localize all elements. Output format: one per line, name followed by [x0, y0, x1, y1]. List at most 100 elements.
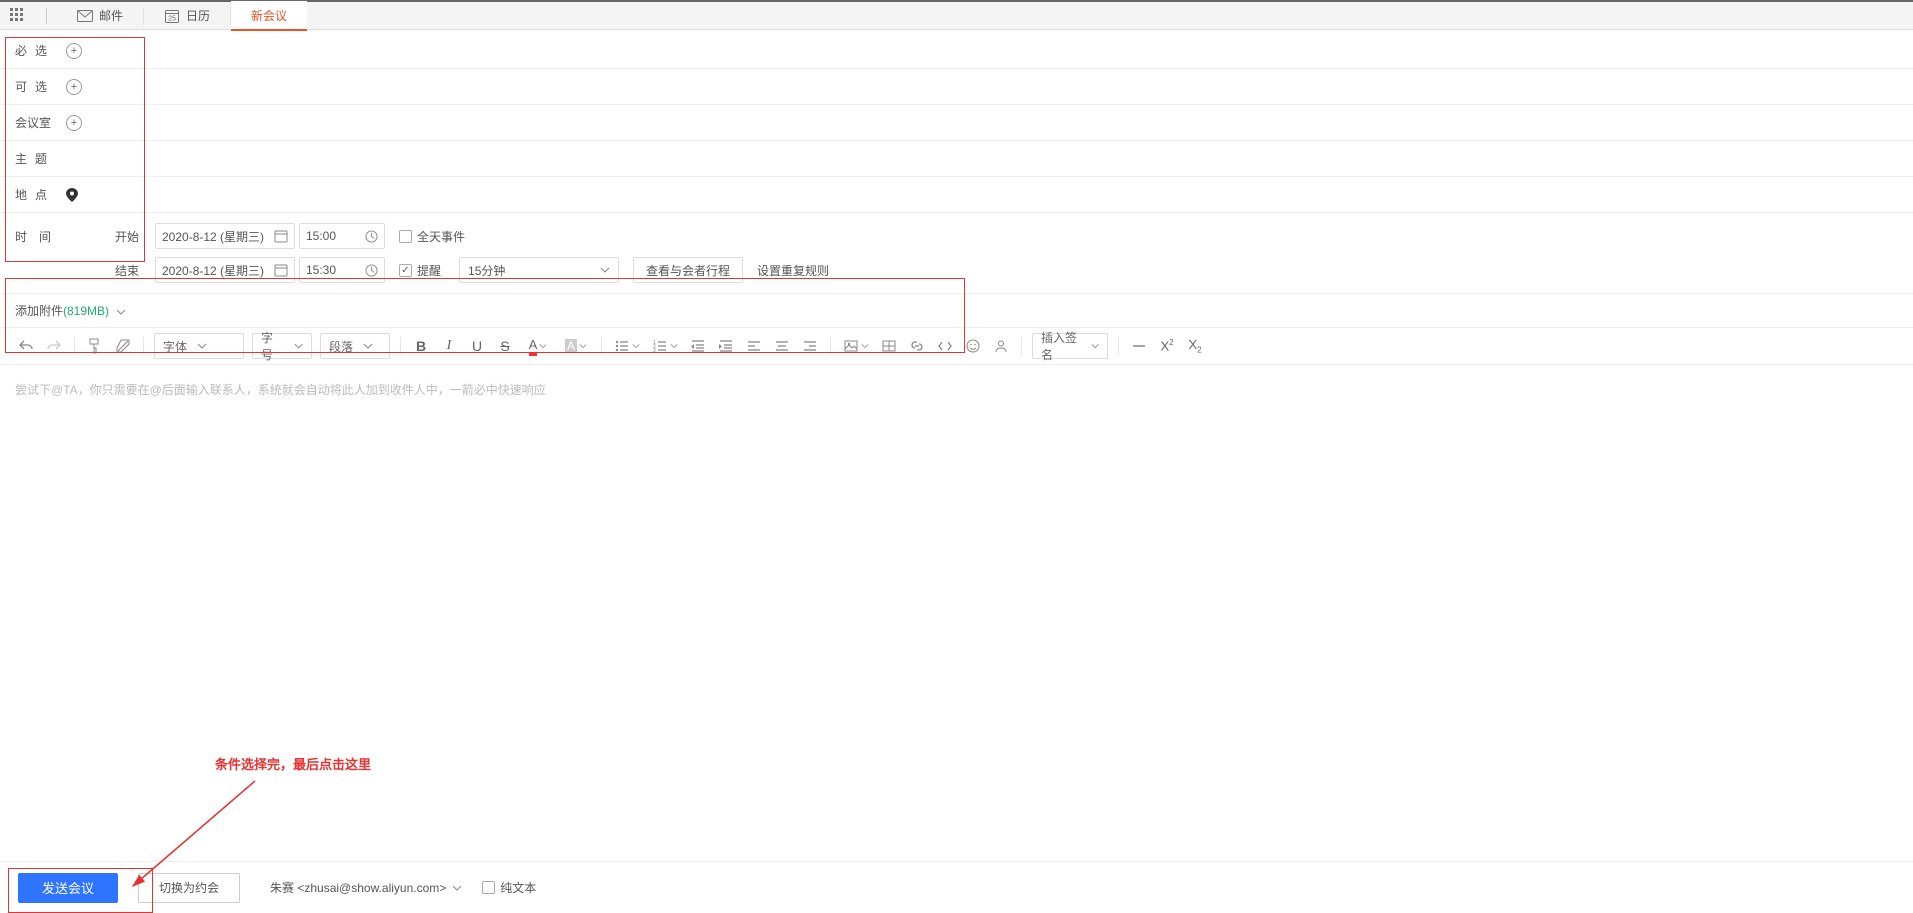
reminder-value: 15分钟 — [468, 262, 505, 279]
indent-button[interactable] — [712, 332, 740, 360]
label-required: 必选 — [15, 42, 60, 59]
tab-new-meeting-label: 新会议 — [251, 7, 287, 24]
subscript-button[interactable]: X2 — [1181, 332, 1209, 360]
chevron-down-icon — [539, 342, 547, 350]
ordered-list-button[interactable]: 123 — [646, 332, 684, 360]
paragraph-select[interactable]: 段落 — [320, 333, 390, 359]
plain-text-checkbox[interactable] — [482, 881, 495, 894]
svg-text:1: 1 — [653, 340, 656, 346]
highlight-color-button[interactable]: A — [557, 332, 595, 360]
insert-code-button[interactable] — [931, 332, 959, 360]
font-size-select[interactable]: 字号 — [252, 333, 312, 359]
attachment-quota[interactable]: (819MB) — [63, 304, 109, 318]
label-start: 开始 — [115, 228, 155, 245]
tab-calendar[interactable]: 25 日历 — [144, 1, 230, 31]
attachment-label[interactable]: 添加附件 — [15, 304, 63, 318]
insert-emoji-button[interactable] — [959, 332, 987, 360]
start-time-picker[interactable]: 15:00 — [299, 223, 385, 249]
redo-button[interactable] — [40, 332, 68, 360]
strikethrough-button[interactable]: S — [491, 332, 519, 360]
all-day-checkbox[interactable] — [399, 230, 412, 243]
row-room: 会议室 + — [0, 105, 1913, 141]
end-date-picker[interactable]: 2020-8-12 (星期三) — [155, 257, 295, 283]
chevron-down-icon — [600, 265, 610, 275]
clock-icon — [365, 264, 378, 277]
calendar-icon — [274, 263, 288, 277]
italic-button[interactable]: I — [435, 332, 463, 360]
add-optional-button[interactable]: + — [66, 79, 82, 95]
row-required: 必选 + — [0, 33, 1913, 69]
start-date-picker[interactable]: 2020-8-12 (星期三) — [155, 223, 295, 249]
add-required-button[interactable]: + — [66, 43, 82, 59]
chevron-down-icon — [363, 341, 373, 351]
row-attachment: 添加附件(819MB) — [0, 294, 1913, 327]
from-address-select[interactable]: 朱赛 <zhusai@show.aliyun.com> — [270, 879, 462, 896]
view-attendee-schedule-button[interactable]: 查看与会者行程 — [633, 257, 743, 283]
format-painter-button[interactable] — [81, 332, 109, 360]
subject-input[interactable] — [60, 147, 1913, 171]
chevron-down-icon — [294, 341, 303, 351]
align-right-button[interactable] — [796, 332, 824, 360]
undo-button[interactable] — [12, 332, 40, 360]
insert-image-button[interactable] — [837, 332, 875, 360]
chevron-down-icon — [632, 342, 640, 350]
end-time-value: 15:30 — [306, 263, 336, 277]
all-day-toggle[interactable]: 全天事件 — [399, 228, 465, 245]
top-bar: 邮件 25 日历 新会议 — [0, 0, 1913, 30]
insert-link-button[interactable] — [903, 332, 931, 360]
chevron-down-icon — [861, 342, 869, 350]
set-repeat-rule-link[interactable]: 设置重复规则 — [757, 262, 829, 279]
editor-body[interactable]: 尝试下@TA，你只需要在@后面输入联系人，系统就会自动将此人加到收件人中，一箭必… — [0, 365, 1913, 414]
clock-icon — [365, 230, 378, 243]
annotation-arrow — [125, 776, 265, 896]
tab-new-meeting[interactable]: 新会议 — [231, 1, 307, 31]
send-meeting-button[interactable]: 发送会议 — [18, 873, 118, 903]
location-pin-icon[interactable] — [66, 188, 78, 202]
footer-bar: 发送会议 切换为约会 朱赛 <zhusai@show.aliyun.com> 纯… — [0, 861, 1913, 913]
mail-icon — [77, 9, 93, 23]
add-room-button[interactable]: + — [66, 115, 82, 131]
tab-calendar-label: 日历 — [186, 7, 210, 24]
calendar-icon — [274, 229, 288, 243]
unordered-list-button[interactable] — [608, 332, 646, 360]
annotation-text: 条件选择完，最后点击这里 — [215, 754, 371, 773]
end-time-picker[interactable]: 15:30 — [299, 257, 385, 283]
svg-text:25: 25 — [168, 15, 176, 22]
reminder-select[interactable]: 15分钟 — [459, 257, 619, 283]
align-center-button[interactable] — [768, 332, 796, 360]
all-day-label: 全天事件 — [417, 228, 465, 245]
separator — [46, 8, 47, 24]
end-date-value: 2020-8-12 (星期三) — [162, 262, 264, 279]
reminder-label: 提醒 — [417, 262, 441, 279]
main-area: 必选 + 可选 + 会议室 + 主题 地点 时间 开始 20 — [0, 31, 1913, 913]
horizontal-rule-button[interactable] — [1125, 332, 1153, 360]
bold-button[interactable]: B — [407, 332, 435, 360]
meeting-form: 必选 + 可选 + 会议室 + 主题 地点 时间 开始 20 — [0, 31, 1913, 414]
tab-mail[interactable]: 邮件 — [57, 1, 143, 31]
start-date-value: 2020-8-12 (星期三) — [162, 228, 264, 245]
plain-text-label: 纯文本 — [500, 879, 536, 896]
label-optional: 可选 — [15, 78, 60, 95]
chevron-down-icon — [1091, 341, 1099, 351]
editor-toolbar: 字体 字号 段落 B I U S A A 123 插入签 — [0, 327, 1913, 365]
superscript-button[interactable]: X2 — [1153, 332, 1181, 360]
insert-mention-button[interactable] — [987, 332, 1015, 360]
font-color-button[interactable]: A — [519, 332, 557, 360]
row-location: 地点 — [0, 177, 1913, 213]
align-left-button[interactable] — [740, 332, 768, 360]
label-subject: 主题 — [15, 150, 60, 167]
from-address-value: 朱赛 <zhusai@show.aliyun.com> — [270, 879, 446, 896]
clear-format-button[interactable] — [109, 332, 137, 360]
apps-icon[interactable] — [10, 8, 26, 24]
chevron-down-icon — [197, 341, 207, 351]
underline-button[interactable]: U — [463, 332, 491, 360]
reminder-checkbox[interactable] — [399, 264, 412, 277]
reminder-toggle[interactable]: 提醒 — [399, 262, 441, 279]
insert-signature-select[interactable]: 插入签名 — [1032, 333, 1108, 359]
label-end: 结束 — [115, 262, 155, 279]
font-family-select[interactable]: 字体 — [154, 333, 244, 359]
svg-text:3: 3 — [653, 348, 656, 354]
outdent-button[interactable] — [684, 332, 712, 360]
plain-text-toggle[interactable]: 纯文本 — [482, 879, 536, 896]
insert-table-button[interactable] — [875, 332, 903, 360]
